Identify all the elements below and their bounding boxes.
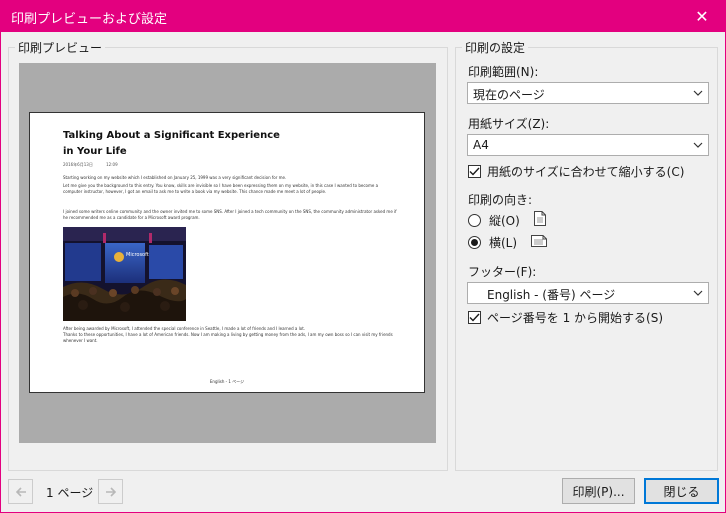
- chevron-down-icon: [689, 136, 707, 154]
- footer-label: フッター(F):: [468, 265, 537, 279]
- print-range-label: 印刷範囲(N):: [468, 65, 539, 79]
- paper-size-select[interactable]: A4: [467, 134, 709, 156]
- page-indicator: 1 ページ: [46, 486, 94, 500]
- previous-page-button[interactable]: [8, 479, 33, 504]
- portrait-label: 縦(O): [489, 213, 520, 228]
- checkmark-icon: [469, 167, 480, 176]
- landscape-label: 横(L): [489, 236, 518, 250]
- doc-photo: Microsoft: [63, 227, 186, 321]
- landscape-page-icon: [531, 235, 548, 250]
- preview-page: Talking About a Significant Experience i…: [29, 112, 425, 393]
- orientation-label: 印刷の向き:: [468, 193, 533, 207]
- preview-group: 印刷プレビュー Talking About a Significant Expe…: [8, 39, 448, 471]
- settings-group: 印刷の設定 印刷範囲(N): 現在のページ 用紙サイズ(Z): A4 用紙のサイ…: [455, 39, 718, 471]
- close-icon: ✕: [695, 7, 709, 26]
- dialog-title: 印刷プレビューおよび設定: [11, 12, 168, 27]
- doc-paragraph: Starting working on my website which I e…: [63, 175, 287, 180]
- print-button[interactable]: 印刷(P)...: [562, 478, 635, 504]
- photo-sign-text: Microsoft: [126, 252, 149, 258]
- checkbox-box: [468, 311, 481, 324]
- footer-select[interactable]: English - (番号) ページ: [467, 282, 709, 304]
- start-page-one-checkbox[interactable]: ページ番号を 1 から開始する(S): [468, 309, 663, 326]
- footer-value: English - (番号) ページ: [487, 288, 616, 302]
- doc-footer: English - 1 ページ: [209, 379, 245, 384]
- print-preview-dialog: 印刷プレビューおよび設定 ✕ 印刷プレビュー Talking About a S…: [0, 0, 726, 513]
- doc-paragraph: Thanks to these opportunities, I have a …: [63, 332, 393, 343]
- start-page-one-label: ページ番号を 1 から開始する(S): [487, 311, 664, 325]
- shrink-to-fit-label: 用紙のサイズに合わせて縮小する(C): [487, 165, 685, 179]
- doc-date: 2016年6月13日: [63, 162, 93, 167]
- paper-size-label: 用紙サイズ(Z):: [468, 117, 550, 131]
- doc-paragraph: Let me give you the background to this e…: [63, 183, 379, 194]
- doc-paragraph: I joined some writers online community a…: [63, 209, 397, 220]
- portrait-page-icon: [533, 211, 546, 229]
- next-page-button[interactable]: [98, 479, 123, 504]
- orientation-landscape-radio[interactable]: 横(L): [468, 234, 548, 251]
- doc-time: 12:09: [106, 162, 118, 167]
- chevron-down-icon: [689, 84, 707, 102]
- close-window-button[interactable]: ✕: [679, 1, 725, 32]
- print-range-value: 現在のページ: [473, 88, 545, 102]
- orientation-portrait-radio[interactable]: 縦(O): [468, 211, 546, 229]
- shrink-to-fit-checkbox[interactable]: 用紙のサイズに合わせて縮小する(C): [468, 163, 684, 180]
- radio-button: [468, 213, 481, 227]
- preview-area: Talking About a Significant Experience i…: [19, 63, 436, 443]
- title-bar: 印刷プレビューおよび設定 ✕: [1, 1, 725, 32]
- close-button[interactable]: 閉じる: [644, 478, 719, 504]
- doc-title: Talking About a Significant Experience i…: [63, 130, 280, 157]
- arrow-right-icon: [105, 486, 116, 497]
- checkmark-icon: [469, 313, 480, 322]
- print-range-select[interactable]: 現在のページ: [467, 82, 709, 104]
- doc-meta: 2016年6月13日 12:09: [63, 162, 130, 168]
- conference-photo: Microsoft: [63, 227, 186, 321]
- arrow-left-icon: [15, 486, 26, 497]
- chevron-down-icon: [689, 284, 707, 302]
- paper-size-value: A4: [473, 138, 489, 152]
- radio-button: [468, 236, 481, 249]
- settings-group-label: 印刷の設定: [462, 39, 529, 56]
- preview-group-label: 印刷プレビュー: [15, 39, 106, 56]
- checkbox-box: [468, 165, 481, 178]
- radio-dot: [471, 239, 478, 246]
